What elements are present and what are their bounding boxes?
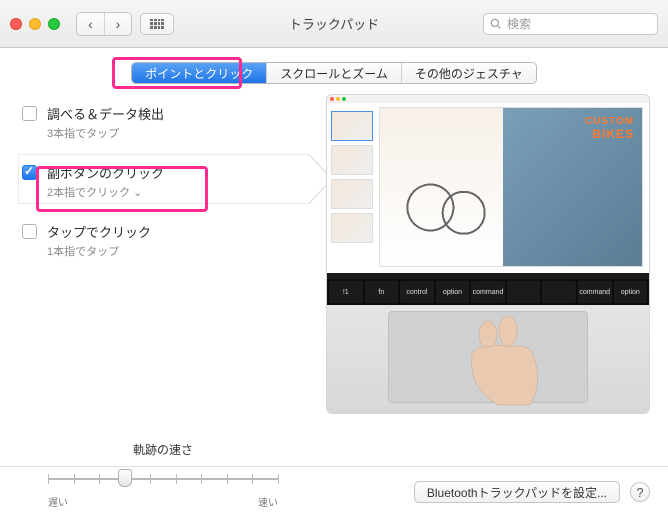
search-input[interactable]: 検索 bbox=[483, 13, 658, 35]
checkbox-tap-to-click[interactable] bbox=[22, 224, 37, 239]
slider-label: 軌跡の速さ bbox=[48, 441, 278, 458]
checkbox-secondary-click[interactable] bbox=[22, 165, 37, 180]
preview-screen: CUSTOM BIKES bbox=[327, 95, 649, 273]
slider-min-label: 遅い bbox=[48, 494, 68, 509]
titlebar: ‹ › トラックパッド 検索 bbox=[0, 0, 668, 48]
help-button[interactable]: ? bbox=[630, 482, 650, 502]
slider-max-label: 速い bbox=[258, 494, 278, 509]
nav-buttons: ‹ › bbox=[76, 12, 132, 36]
search-placeholder: 検索 bbox=[507, 15, 531, 32]
checkbox-lookup[interactable] bbox=[22, 106, 37, 121]
slider-track[interactable] bbox=[48, 464, 278, 492]
close-icon[interactable] bbox=[10, 18, 22, 30]
divider bbox=[0, 466, 668, 467]
option-secondary-click[interactable]: 副ボタンのクリック 2本指でクリック ⌄ bbox=[18, 153, 308, 212]
option-sub: 3本指でタップ bbox=[47, 125, 164, 141]
window-controls bbox=[10, 18, 60, 30]
zoom-icon[interactable] bbox=[48, 18, 60, 30]
body: 調べる＆データ検出 3本指でタップ 副ボタンのクリック 2本指でクリック ⌄ タ bbox=[18, 94, 650, 509]
minimize-icon[interactable] bbox=[29, 18, 41, 30]
option-title: タップでクリック bbox=[47, 222, 151, 241]
option-tap-to-click[interactable]: タップでクリック 1本指でタップ bbox=[18, 212, 308, 271]
search-icon bbox=[490, 18, 502, 30]
grid-icon bbox=[150, 19, 164, 29]
segmented-control: ポイントとクリック スクロールとズーム その他のジェスチャ bbox=[131, 62, 537, 84]
slider-knob[interactable] bbox=[118, 469, 132, 487]
option-sub: 1本指でタップ bbox=[47, 243, 151, 259]
tab-point-click[interactable]: ポイントとクリック bbox=[132, 63, 266, 83]
option-title: 副ボタンのクリック bbox=[47, 163, 164, 182]
content: ポイントとクリック スクロールとズーム その他のジェスチャ 調べる＆データ検出 … bbox=[0, 48, 668, 515]
options-list: 調べる＆データ検出 3本指でタップ 副ボタンのクリック 2本指でクリック ⌄ タ bbox=[18, 94, 308, 509]
preview-text-2: BIKES bbox=[592, 127, 634, 141]
option-title: 調べる＆データ検出 bbox=[47, 104, 164, 123]
forward-button[interactable]: › bbox=[104, 13, 131, 35]
tab-scroll-zoom[interactable]: スクロールとズーム bbox=[266, 63, 401, 83]
option-lookup[interactable]: 調べる＆データ検出 3本指でタップ bbox=[18, 94, 308, 153]
gesture-preview: CUSTOM BIKES !1fncontroloptioncommandcom… bbox=[326, 94, 650, 414]
preview-fingers bbox=[458, 313, 548, 408]
preview-text-1: CUSTOM bbox=[585, 116, 634, 127]
tracking-speed-slider: 軌跡の速さ 遅い 速い bbox=[48, 441, 278, 509]
bluetooth-trackpad-button[interactable]: Bluetoothトラックパッドを設定... bbox=[414, 481, 620, 503]
tab-more-gestures[interactable]: その他のジェスチャ bbox=[401, 63, 536, 83]
tabs: ポイントとクリック スクロールとズーム その他のジェスチャ bbox=[18, 62, 650, 84]
option-dropdown[interactable]: 2本指でクリック ⌄ bbox=[47, 184, 164, 200]
chevron-down-icon: ⌄ bbox=[133, 186, 142, 199]
back-button[interactable]: ‹ bbox=[77, 13, 104, 35]
footer: Bluetoothトラックパッドを設定... ? bbox=[414, 481, 650, 503]
preview-laptop-body: !1fncontroloptioncommandcommandoption bbox=[327, 273, 649, 413]
show-all-button[interactable] bbox=[140, 13, 174, 35]
preview-trackpad bbox=[388, 311, 588, 403]
